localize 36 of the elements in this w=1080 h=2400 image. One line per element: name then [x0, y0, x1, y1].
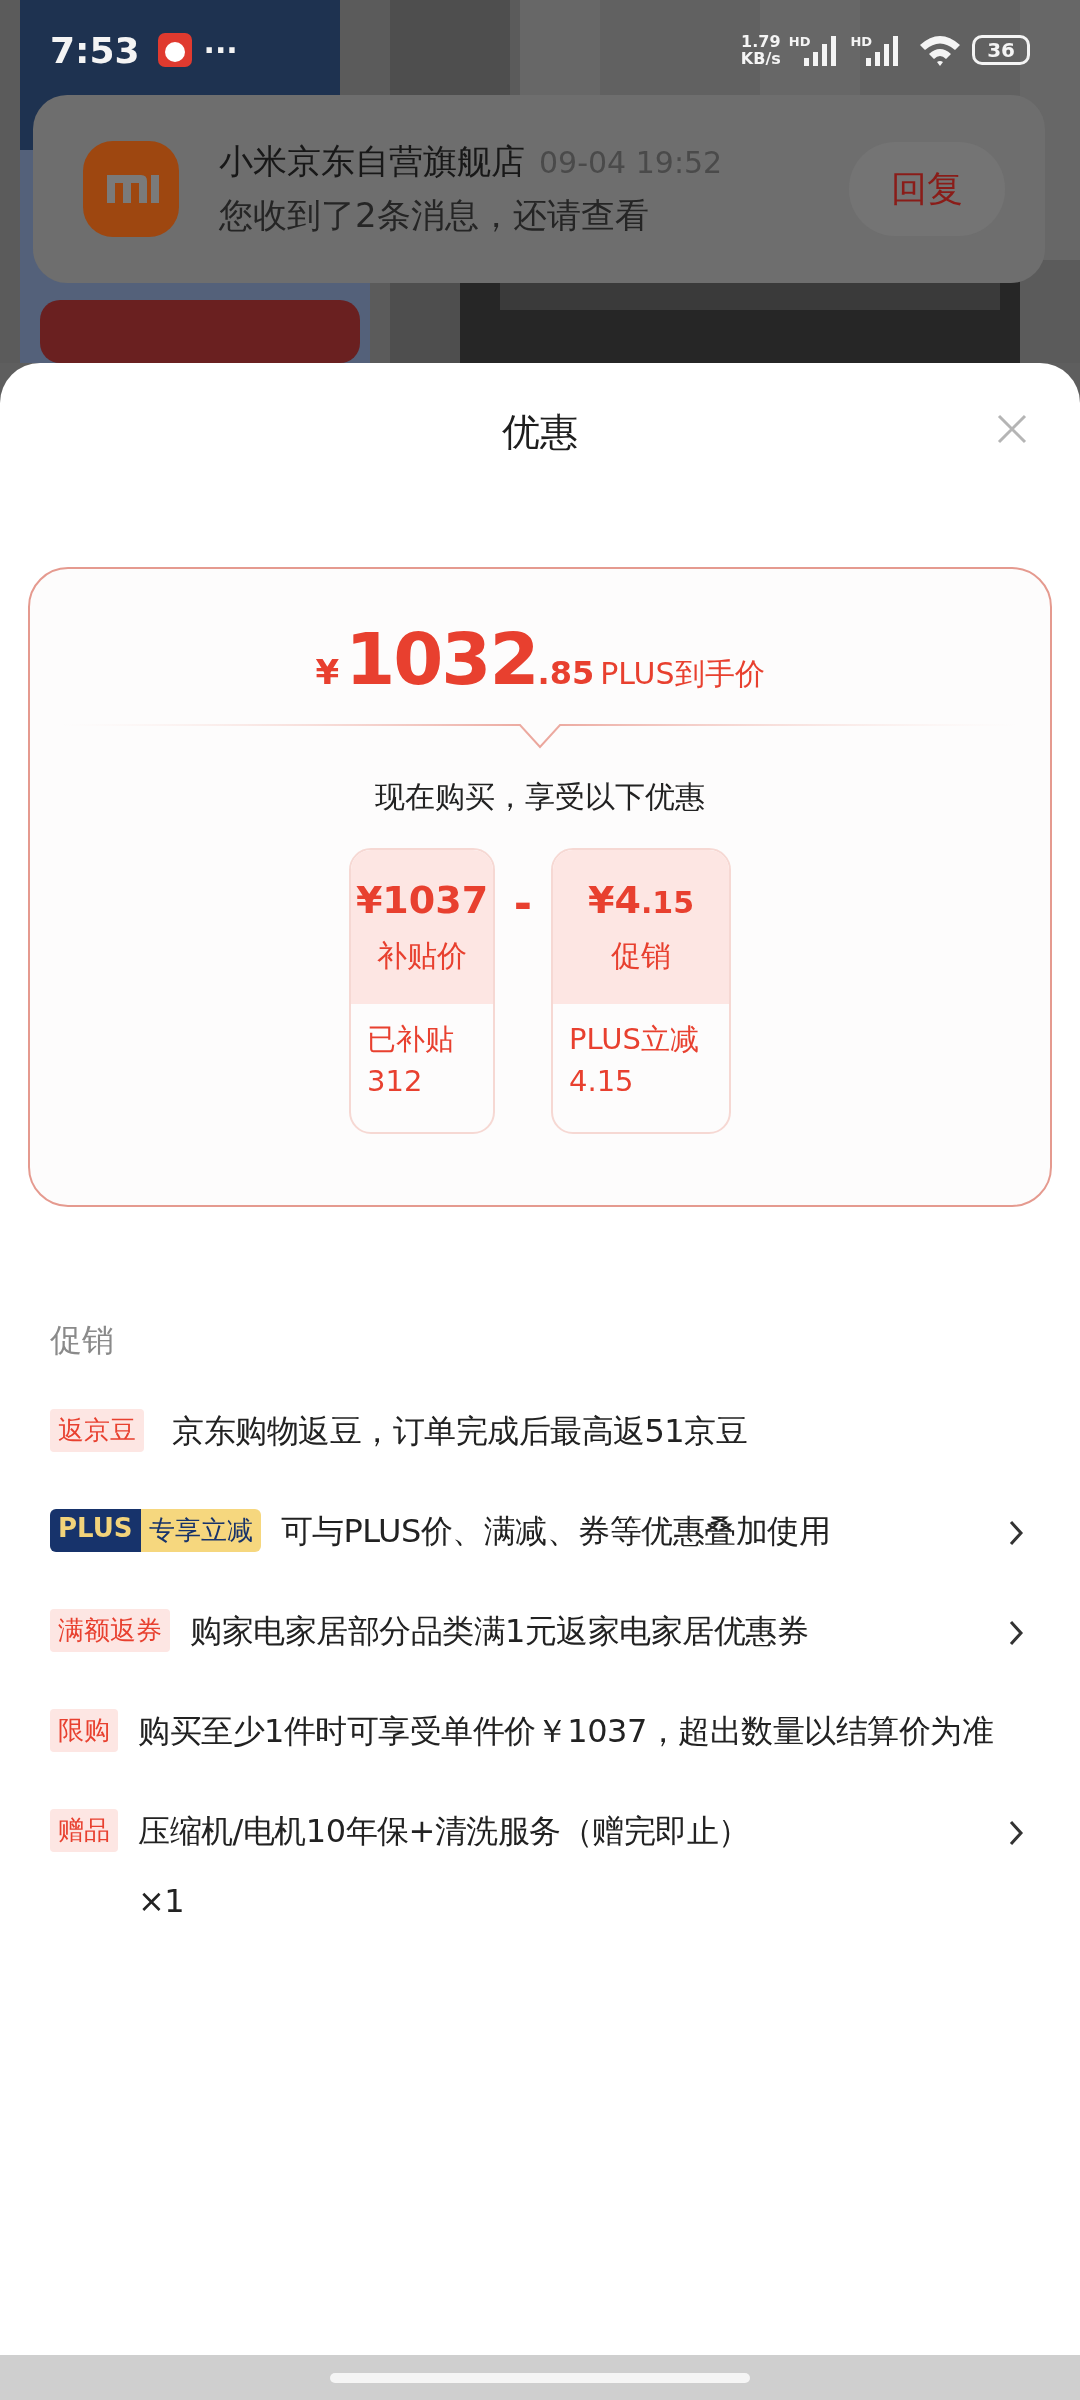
promotion-text: 购买至少1件时可享受单件价￥1037，超出数量以结算价为准	[138, 1711, 995, 1752]
promo-tag: 满额返券	[50, 1609, 170, 1652]
network-type-label: HD	[788, 34, 811, 49]
discount-subtitle: 现在购买，享受以下优惠	[375, 778, 705, 816]
promo-tag: 赠品	[50, 1809, 118, 1852]
component-label: 补贴价	[377, 936, 467, 975]
chevron-right-icon[interactable]	[1008, 1519, 1024, 1547]
promotion-text: 压缩机/电机10年保+清洗服务（赠完即止）	[138, 1811, 751, 1852]
minus-sign: -	[512, 878, 534, 929]
chevron-right-icon[interactable]	[1008, 1619, 1024, 1647]
network-type-label: HD	[850, 34, 873, 49]
more-indicator: ···	[203, 32, 238, 68]
network-speed: 1.79 KB/s	[740, 33, 781, 67]
app-icon	[83, 141, 179, 237]
component-amount: ¥1037	[355, 877, 489, 922]
section-title: 促销	[50, 1320, 115, 1361]
notification-message: 您收到了2条消息，还请查看	[219, 194, 650, 237]
promotion-text: 京东购物返豆，订单完成后最高返51京豆	[172, 1411, 749, 1452]
gift-quantity: ×1	[138, 1881, 186, 1922]
final-price: ¥1032.85 PLUS到手价	[315, 617, 765, 701]
app-notification-icon	[157, 33, 192, 67]
promotion-text: 可与PLUS价、满减、券等优惠叠加使用	[280, 1511, 832, 1552]
promo-tag: 返京豆	[50, 1409, 144, 1452]
sheet-title: 优惠	[502, 408, 578, 456]
notification-title: 小米京东自营旗舰店	[219, 140, 525, 183]
battery-indicator: 36	[972, 35, 1030, 65]
component-amount: ¥4.15	[587, 877, 695, 922]
component-detail: PLUS立减 4.15	[568, 1021, 700, 1100]
chevron-right-icon[interactable]	[1008, 1819, 1024, 1847]
component-detail: 已补贴 312	[366, 1021, 455, 1100]
status-time: 7:53	[50, 29, 140, 71]
component-label: 促销	[611, 936, 671, 975]
promo-tag: 限购	[50, 1709, 118, 1752]
promotion-text: 购家电家居部分品类满1元返家电家居优惠券	[190, 1611, 810, 1652]
wifi-icon	[918, 33, 963, 67]
reply-button[interactable]: 回复	[849, 142, 1005, 236]
